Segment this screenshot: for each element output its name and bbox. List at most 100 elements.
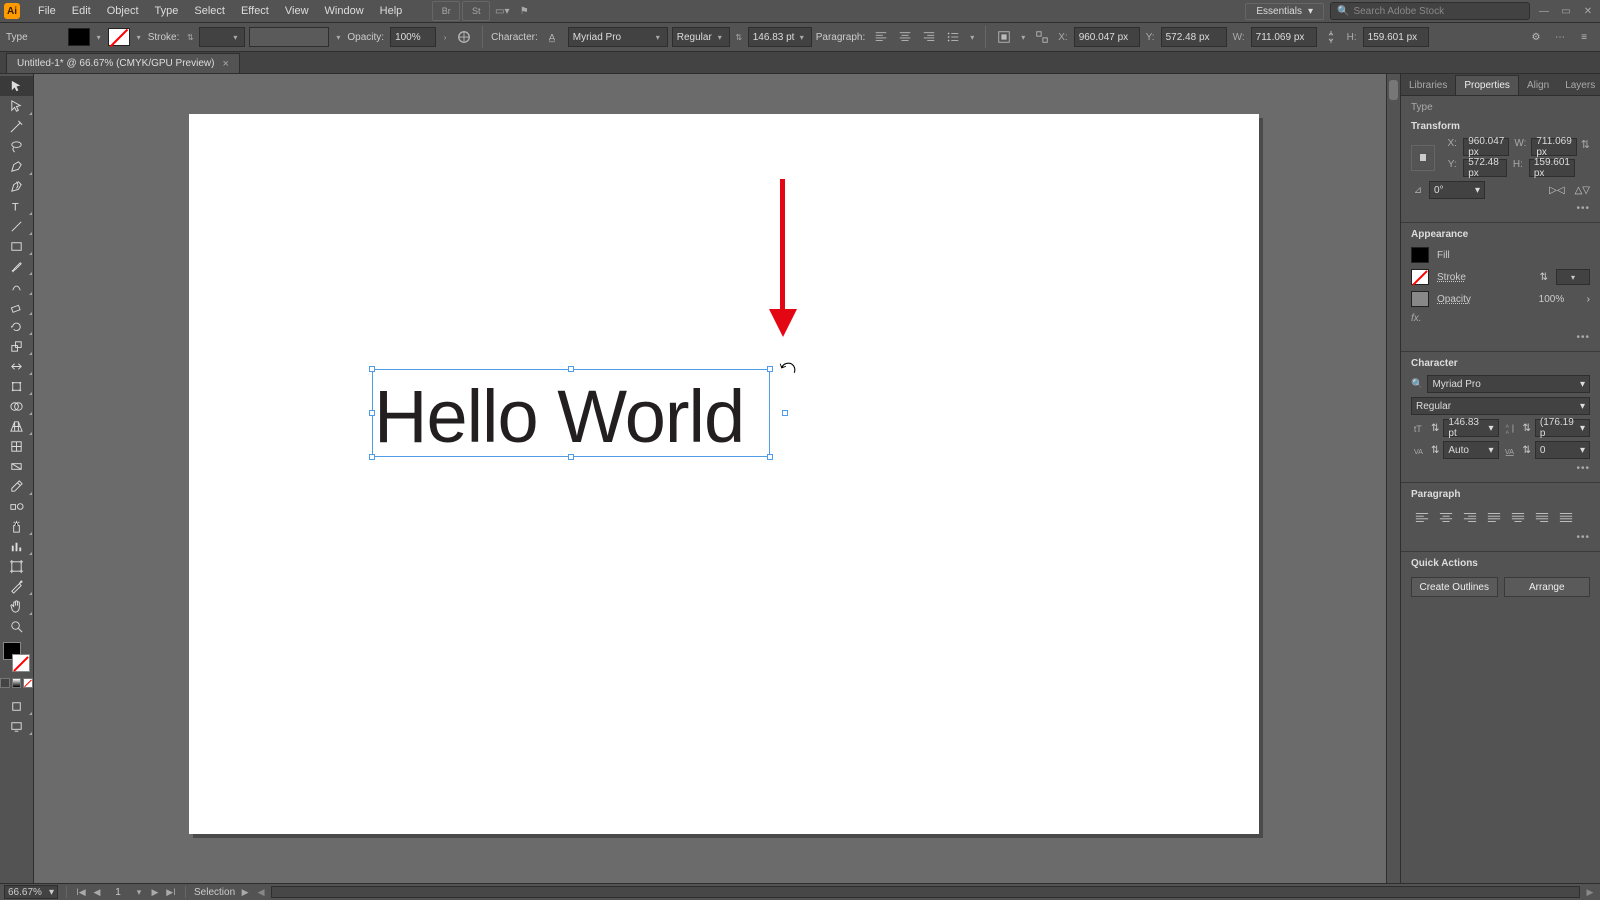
menu-object[interactable]: Object (99, 2, 147, 20)
recolor-icon[interactable] (454, 27, 474, 47)
rotate-field[interactable]: 0°▾ (1429, 181, 1485, 199)
gpu-icon[interactable]: ⚑ (514, 1, 534, 21)
artboard-tool[interactable] (0, 556, 33, 576)
stepper-icon[interactable]: ⇅ (1431, 423, 1439, 434)
stepper-icon[interactable]: ⇅ (1431, 445, 1439, 456)
more-options-icon[interactable]: ••• (1401, 530, 1600, 549)
gradient-tool[interactable] (0, 456, 33, 476)
stroke-weight-stepper[interactable]: ⇅ (1540, 272, 1548, 283)
scroll-right-icon[interactable]: ▶ (1584, 887, 1596, 898)
fill-stroke-well[interactable] (3, 642, 30, 672)
menu-select[interactable]: Select (186, 2, 233, 20)
line-tool[interactable] (0, 216, 33, 236)
search-adobe-stock[interactable]: 🔍 Search Adobe Stock (1330, 2, 1530, 20)
collapse-panel-icon[interactable]: ≡ (1574, 27, 1594, 47)
stepper-icon[interactable]: ⇅ (1523, 445, 1531, 456)
chevron-down-icon[interactable]: ▾ (967, 33, 977, 42)
mesh-tool[interactable] (0, 436, 33, 456)
transform-panel-icon[interactable] (1032, 27, 1052, 47)
menu-edit[interactable]: Edit (64, 2, 99, 20)
stock-icon[interactable]: St (462, 1, 490, 21)
font-style-field[interactable]: Regular▾ (1411, 397, 1590, 415)
artboard-number[interactable]: 1 (107, 887, 129, 898)
lasso-tool[interactable] (0, 136, 33, 156)
font-size-stepper[interactable]: ⇅ (734, 33, 744, 42)
eyedropper-tool[interactable] (0, 476, 33, 496)
zoom-tool[interactable] (0, 616, 33, 636)
para-justify-right[interactable] (1531, 508, 1553, 526)
menu-view[interactable]: View (277, 2, 317, 20)
menu-window[interactable]: Window (317, 2, 372, 20)
draw-mode-icon[interactable] (0, 696, 33, 716)
link-wh-icon[interactable]: ⇅ (1581, 138, 1590, 156)
menu-file[interactable]: File (30, 2, 64, 20)
more-options-icon[interactable]: ••• (1401, 330, 1600, 349)
pen-tool[interactable] (0, 156, 33, 176)
para-justify-all[interactable] (1555, 508, 1577, 526)
menu-help[interactable]: Help (372, 2, 411, 20)
color-mode-solid[interactable] (0, 678, 10, 688)
transform-x-field[interactable]: 960.047 px (1463, 138, 1509, 156)
selection-handle[interactable] (369, 454, 375, 460)
flip-horizontal-icon[interactable]: ▷◁ (1549, 185, 1564, 196)
fx-label[interactable]: fx. (1401, 310, 1600, 330)
tab-align[interactable]: Align (1519, 76, 1557, 95)
fill-swatch[interactable] (68, 28, 90, 46)
scale-tool[interactable] (0, 336, 33, 356)
brush-definition[interactable] (249, 27, 329, 47)
canvas-area[interactable]: Hello World ⤺ (34, 74, 1400, 883)
more-options-icon[interactable]: ••• (1401, 201, 1600, 220)
y-field[interactable]: 572.48 px (1161, 27, 1227, 47)
para-align-right[interactable] (1459, 508, 1481, 526)
tab-properties[interactable]: Properties (1455, 75, 1519, 95)
opacity-field[interactable]: 100% (390, 27, 436, 47)
selection-handle[interactable] (369, 410, 375, 416)
window-maximize[interactable]: ▭ (1558, 4, 1574, 18)
w-field[interactable]: 711.069 px (1251, 27, 1317, 47)
next-artboard-icon[interactable]: ▶ (149, 887, 161, 898)
paintbrush-tool[interactable] (0, 256, 33, 276)
flip-vertical-icon[interactable]: △▽ (1575, 185, 1590, 196)
stroke-label[interactable]: Stroke (1437, 272, 1532, 283)
selection-handle[interactable] (568, 454, 574, 460)
align-to-icon[interactable] (994, 27, 1014, 47)
last-artboard-icon[interactable]: ▶I (165, 887, 177, 898)
tracking-field[interactable]: 0▾ (1535, 441, 1590, 459)
fill-swatch[interactable] (1411, 247, 1429, 263)
stroke-color-icon[interactable] (12, 654, 30, 672)
stroke-swatch[interactable] (1411, 269, 1429, 285)
width-tool[interactable] (0, 356, 33, 376)
h-field[interactable]: 159.601 px (1363, 27, 1429, 47)
para-justify-left[interactable] (1483, 508, 1505, 526)
scroll-left-icon[interactable]: ◀ (255, 887, 267, 898)
selection-tool[interactable] (0, 76, 33, 96)
font-size-field[interactable]: 146.83 pt▾ (748, 27, 812, 47)
transform-h-field[interactable]: 159.601 px (1529, 159, 1575, 177)
para-justify-center[interactable] (1507, 508, 1529, 526)
transform-y-field[interactable]: 572.48 px (1463, 159, 1507, 177)
stroke-swatch[interactable] (108, 28, 130, 46)
create-outlines-button[interactable]: Create Outlines (1411, 577, 1498, 597)
opacity-menu-icon[interactable]: › (1587, 294, 1590, 305)
zoom-field[interactable]: 66.67%▾ (4, 885, 58, 899)
close-icon[interactable]: × (222, 58, 228, 70)
selection-handle[interactable] (568, 366, 574, 372)
artboard[interactable] (189, 114, 1259, 834)
selection-handle[interactable] (767, 454, 773, 460)
stroke-weight-field[interactable]: ▾ (199, 27, 245, 47)
stroke-weight-field[interactable]: ▾ (1556, 269, 1590, 285)
free-transform-tool[interactable] (0, 376, 33, 396)
tab-libraries[interactable]: Libraries (1401, 76, 1455, 95)
leading-field[interactable]: (176.19 p▾ (1535, 419, 1590, 437)
eraser-tool[interactable] (0, 296, 33, 316)
align-right-icon[interactable] (919, 27, 939, 47)
chevron-down-icon[interactable]: ▾ (134, 33, 144, 42)
stroke-weight-stepper[interactable]: ⇅ (185, 33, 195, 42)
font-size-field[interactable]: 146.83 pt▾ (1443, 419, 1498, 437)
selection-handle[interactable] (767, 366, 773, 372)
curvature-tool[interactable] (0, 176, 33, 196)
font-style-field[interactable]: Regular▾ (672, 27, 730, 47)
color-mode-gradient[interactable] (12, 678, 22, 688)
font-family-field[interactable]: Myriad Pro▾ (568, 27, 668, 47)
selection-handle[interactable] (782, 410, 788, 416)
